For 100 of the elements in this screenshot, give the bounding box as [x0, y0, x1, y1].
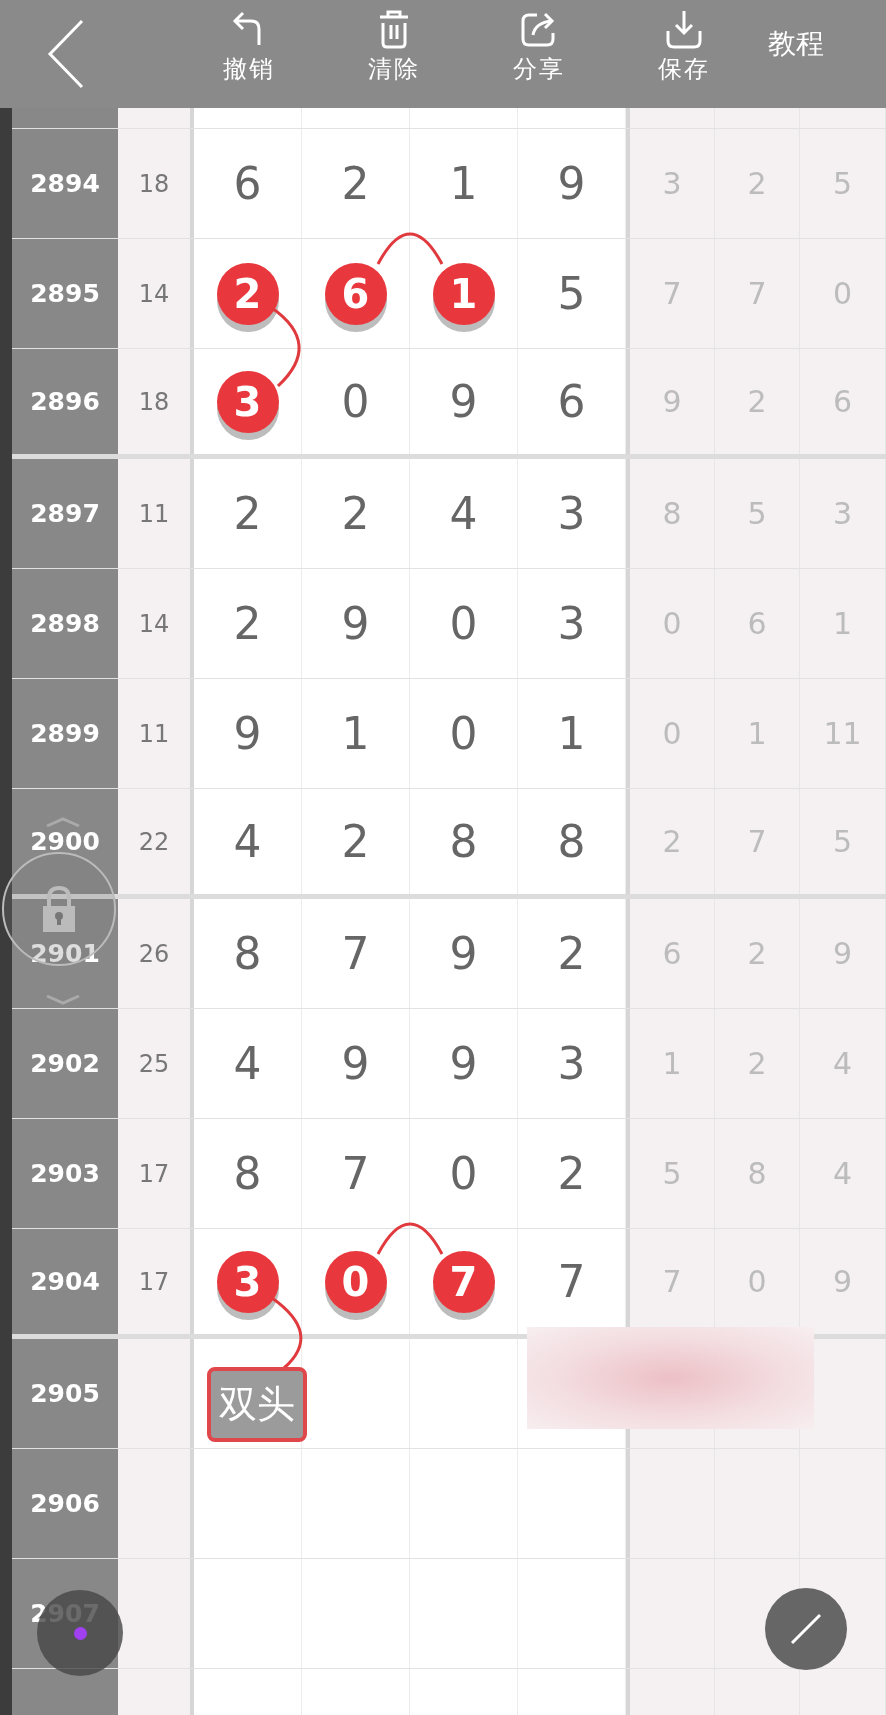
- digit: 0: [449, 598, 478, 649]
- table-cell: 5: [800, 129, 886, 238]
- table-cell: 17: [118, 1119, 190, 1228]
- digit: 3: [557, 598, 586, 649]
- digit: 4: [449, 488, 478, 539]
- digit: 7: [341, 1148, 370, 1199]
- table-cell: 11: [118, 679, 190, 788]
- table-cell: 7: [715, 239, 800, 348]
- issue-number: 2906: [12, 1449, 118, 1558]
- digit: 1: [341, 708, 370, 759]
- digit: 4: [233, 816, 262, 867]
- table-cell: 9: [630, 349, 715, 454]
- table-cell: 2: [715, 349, 800, 454]
- digit: 8: [449, 816, 478, 867]
- table-cell: 2: [715, 899, 800, 1008]
- table-cell: 6: [800, 349, 886, 454]
- table-cell: 25: [118, 1009, 190, 1118]
- issue-number: 2900: [12, 789, 118, 894]
- digit: 3: [557, 1038, 586, 1089]
- digit: 9: [449, 1038, 478, 1089]
- digit: 2: [341, 488, 370, 539]
- issue-number: 2897: [12, 459, 118, 568]
- digit: 0: [341, 376, 370, 427]
- table-cell: 0: [630, 679, 715, 788]
- digit: 2: [341, 158, 370, 209]
- toolbar-button[interactable]: 分享: [466, 9, 611, 85]
- dot-icon: [73, 1626, 87, 1640]
- digit: 0: [449, 1148, 478, 1199]
- table-cell: [118, 108, 190, 128]
- digit: 1: [557, 708, 586, 759]
- table-cell: 9: [800, 1229, 886, 1334]
- digit: 9: [341, 598, 370, 649]
- table-cell: 14: [118, 569, 190, 678]
- issue-number: 2894: [12, 129, 118, 238]
- issue-number: 2904: [12, 1229, 118, 1334]
- issue-number: 2902: [12, 1009, 118, 1118]
- table-cell: 22: [118, 789, 190, 894]
- toolbar-button[interactable]: 撤销: [176, 9, 321, 85]
- table-cell: 2: [715, 129, 800, 238]
- table-cell: 4: [800, 1119, 886, 1228]
- table-cell: 0: [800, 239, 886, 348]
- digit: 3: [557, 488, 586, 539]
- table-cell: 8: [630, 459, 715, 568]
- issue-number: 2896: [12, 349, 118, 454]
- issue-number: 2899: [12, 679, 118, 788]
- table-cell: 7: [630, 239, 715, 348]
- table-cell: 4: [800, 1009, 886, 1118]
- digit: 9: [449, 376, 478, 427]
- digit: 6: [557, 376, 586, 427]
- digit: 6: [233, 158, 262, 209]
- table-cell: 14: [118, 239, 190, 348]
- digit: 8: [557, 816, 586, 867]
- digit: 8: [233, 1148, 262, 1199]
- table-cell: 2: [630, 789, 715, 894]
- table-cell: [118, 1669, 190, 1715]
- table-cell: 3: [630, 129, 715, 238]
- table-cell: 11: [118, 459, 190, 568]
- table-cell: 6: [630, 899, 715, 1008]
- table-cell: 5: [715, 459, 800, 568]
- table-cell: 6: [715, 569, 800, 678]
- table-cell: 2: [715, 1009, 800, 1118]
- digit: 9: [449, 928, 478, 979]
- digit: 9: [233, 708, 262, 759]
- digit: 2: [557, 928, 586, 979]
- digit: 7: [341, 928, 370, 979]
- digit: 2: [233, 598, 262, 649]
- table-cell: 5: [630, 1119, 715, 1228]
- digit: 4: [233, 1038, 262, 1089]
- tag-label[interactable]: 双头: [206, 1367, 307, 1442]
- table-cell: 26: [118, 899, 190, 1008]
- digit: 2: [557, 1148, 586, 1199]
- issue-number: 2903: [12, 1119, 118, 1228]
- digit: 7: [557, 1256, 586, 1307]
- table-cell: 3: [800, 459, 886, 568]
- digit: 5: [557, 268, 586, 319]
- digit: 2: [341, 816, 370, 867]
- table-cell: 11: [800, 679, 886, 788]
- table-cell: 5: [800, 789, 886, 894]
- digit: 2: [233, 488, 262, 539]
- toolbar-button[interactable]: 清除: [321, 9, 466, 85]
- toolbar-button[interactable]: 保存: [611, 9, 756, 85]
- digit: 9: [341, 1038, 370, 1089]
- table-cell: 8: [715, 1119, 800, 1228]
- issue-number: 2898: [12, 569, 118, 678]
- table-cell: 18: [118, 349, 190, 454]
- table-cell: 7: [715, 789, 800, 894]
- digit: 1: [449, 158, 478, 209]
- back-icon[interactable]: [46, 19, 86, 89]
- issue-number: 2901: [12, 899, 118, 1008]
- table-cell: 1: [715, 679, 800, 788]
- digit: 9: [557, 158, 586, 209]
- table-cell: 0: [630, 569, 715, 678]
- table-cell: 9: [800, 899, 886, 1008]
- table-cell: 1: [630, 1009, 715, 1118]
- table-cell: 18: [118, 129, 190, 238]
- digit: 0: [449, 708, 478, 759]
- issue-number: 2905: [12, 1339, 118, 1448]
- digit: 8: [233, 928, 262, 979]
- tutorial-button[interactable]: 教程: [768, 25, 824, 63]
- issue-number: 2895: [12, 239, 118, 348]
